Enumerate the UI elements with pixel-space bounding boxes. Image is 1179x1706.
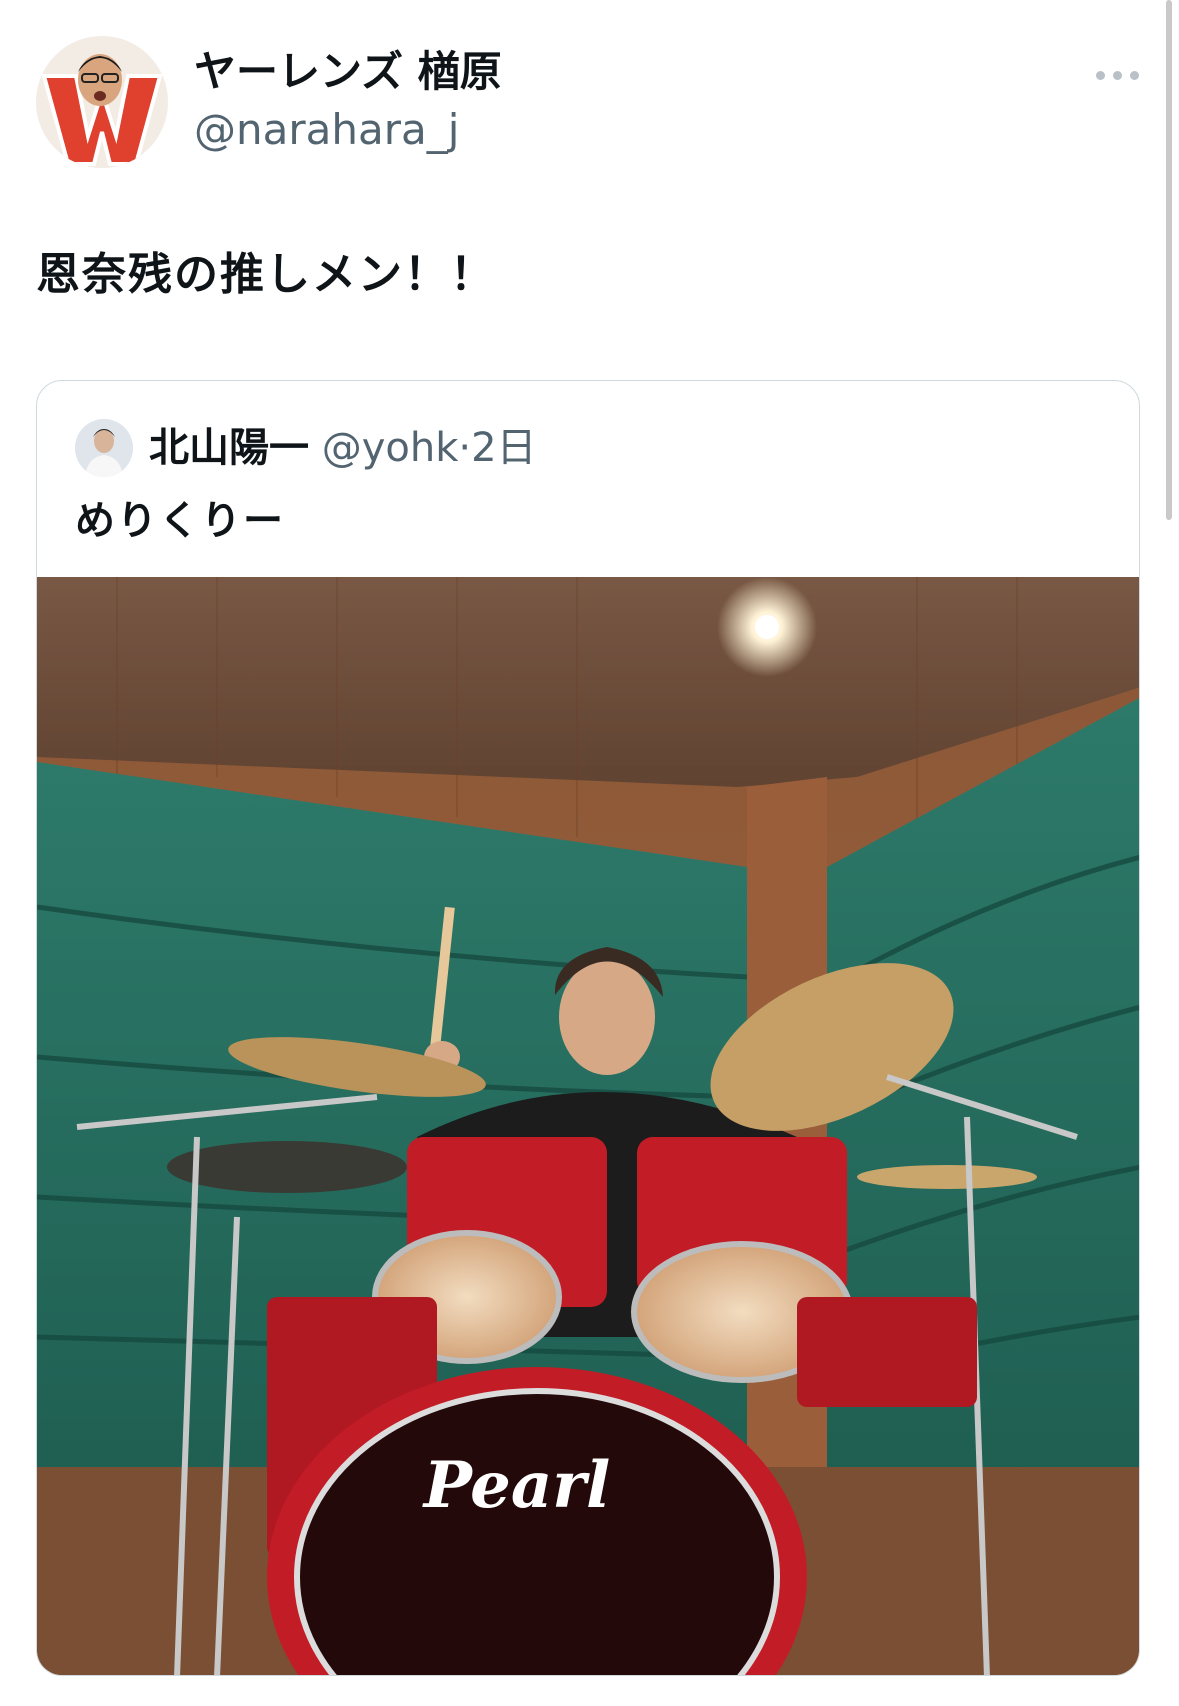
quoted-author-avatar[interactable]: [75, 419, 133, 477]
scrollbar[interactable]: [1166, 0, 1172, 520]
bass-drum-logo: Pearl: [422, 1448, 611, 1523]
author-avatar-image: [36, 36, 168, 168]
tweet-text: 恩奈残の推しメン！！: [36, 249, 496, 300]
author-avatar[interactable]: [36, 36, 168, 168]
more-options-icon[interactable]: [1096, 66, 1140, 82]
quoted-avatar-image: [75, 419, 133, 477]
quoted-handle[interactable]: @yohk: [322, 425, 459, 471]
separator-dot: ·: [458, 425, 472, 471]
quoted-text: めりくりー: [75, 498, 285, 544]
quoted-display-name[interactable]: 北山陽一: [149, 425, 309, 471]
quoted-tweet-card[interactable]: 北山陽一 @yohk·2日 めりくりー Pearl: [36, 380, 1140, 1676]
quoted-photo[interactable]: Pearl: [37, 577, 1140, 1676]
author-handle[interactable]: @narahara_j: [194, 102, 502, 158]
author-display-name[interactable]: ヤーレンズ 楢原: [194, 44, 502, 100]
quoted-timestamp[interactable]: 2日: [471, 425, 536, 471]
